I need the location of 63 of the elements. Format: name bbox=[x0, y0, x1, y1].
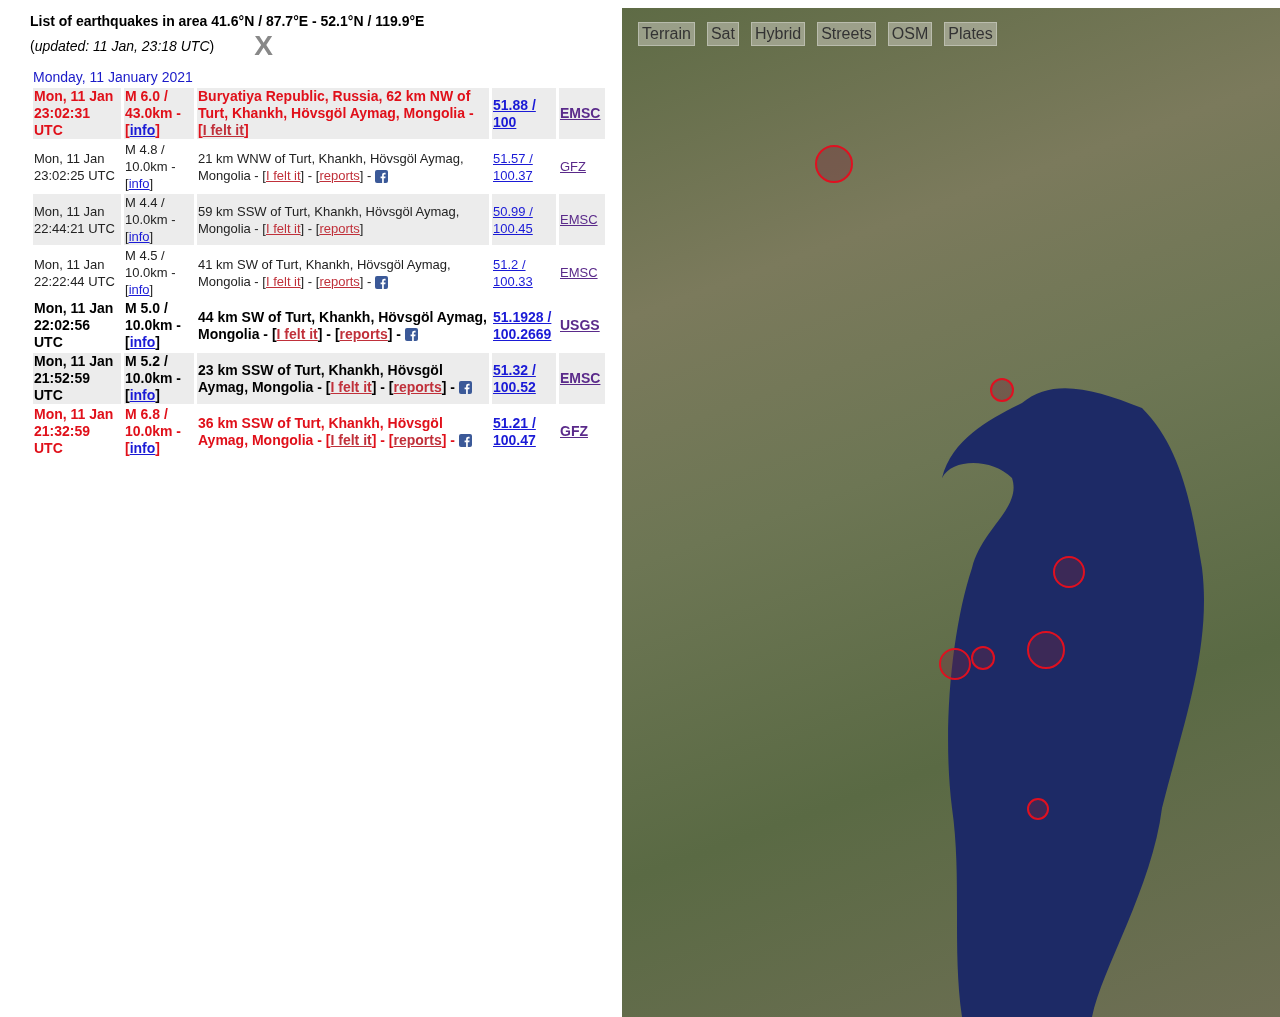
felt-it-link[interactable]: I felt it bbox=[330, 431, 372, 448]
source-link[interactable]: EMSC bbox=[560, 265, 598, 280]
location-text: 23 km SSW of Turt, Khankh, Hövsgöl Aymag, Mongolia - [I felt it] - [reports] - bbox=[198, 361, 472, 395]
coordinates-link[interactable]: 51.2 / 100.33 bbox=[493, 255, 555, 290]
felt-it-link[interactable]: I felt it bbox=[265, 273, 301, 289]
reports-link[interactable]: reports bbox=[319, 220, 360, 236]
magnitude-text: M 4.5 / 10.0km - [info] bbox=[125, 248, 176, 297]
source-link[interactable]: GFZ bbox=[560, 423, 588, 439]
felt-it-link[interactable]: I felt it bbox=[265, 167, 301, 183]
day-heading: Monday, 11 January 2021 bbox=[33, 68, 194, 86]
facebook-icon[interactable] bbox=[404, 328, 418, 342]
satellite-map[interactable]: Terrain Sat Hybrid Streets OSM Plates bbox=[622, 8, 1280, 1017]
location-text: Buryatiya Republic, Russia, 62 km NW of Turt, Khankh, Hövsgöl Aymag, Mongolia - [I felt it] bbox=[198, 88, 474, 138]
earthquake-marker[interactable] bbox=[1027, 631, 1065, 669]
info-link[interactable]: info bbox=[129, 334, 156, 350]
earthquake-marker[interactable] bbox=[990, 378, 1014, 402]
magnitude-text: M 4.4 / 10.0km - [info] bbox=[125, 195, 176, 244]
location-text: 59 km SSW of Turt, Khankh, Hövsgöl Aymag, Mongolia - [I felt it] - [reports] bbox=[198, 203, 460, 236]
earthquake-marker[interactable] bbox=[1027, 798, 1049, 820]
close-button[interactable]: X bbox=[254, 32, 273, 60]
map-layer-button[interactable]: Sat bbox=[706, 22, 739, 46]
facebook-icon[interactable] bbox=[458, 381, 472, 395]
earthquake-marker[interactable] bbox=[815, 145, 853, 183]
facebook-icon[interactable] bbox=[458, 434, 472, 448]
coordinates-link[interactable]: 51.1928 / 100.2669 bbox=[493, 308, 555, 343]
reports-link[interactable]: reports bbox=[319, 167, 360, 183]
reports-link[interactable]: reports bbox=[339, 325, 388, 342]
location-text: 44 km SW of Turt, Khankh, Hövsgöl Aymag, Mongolia - [I felt it] - [reports] - bbox=[198, 308, 487, 342]
facebook-icon[interactable] bbox=[375, 275, 389, 289]
source-link[interactable]: USGS bbox=[560, 317, 600, 333]
magnitude-text: M 5.0 / 10.0km - [info] bbox=[125, 300, 182, 350]
magnitude-text: M 6.0 / 43.0km - [info] bbox=[125, 88, 182, 138]
felt-it-link[interactable]: I felt it bbox=[330, 378, 372, 395]
source-link[interactable]: GFZ bbox=[560, 159, 586, 174]
reports-link[interactable]: reports bbox=[319, 273, 360, 289]
map-layer-button[interactable]: Terrain bbox=[638, 22, 695, 46]
info-link[interactable]: info bbox=[129, 387, 156, 403]
earthquake-marker[interactable] bbox=[1053, 556, 1085, 588]
magnitude-text: M 5.2 / 10.0km - [info] bbox=[125, 353, 182, 403]
info-link[interactable]: info bbox=[129, 440, 156, 456]
reports-link[interactable]: reports bbox=[393, 378, 442, 395]
map-layer-button[interactable]: OSM bbox=[887, 22, 933, 46]
location-text: 21 km WNW of Turt, Khankh, Hövsgöl Aymag, Mongolia - [I felt it] - [reports] - bbox=[198, 150, 464, 183]
map-layer-button[interactable]: Hybrid bbox=[750, 22, 806, 46]
updated-text: (updated: 11 Jan, 23:18 UTC) bbox=[30, 37, 215, 56]
facebook-icon[interactable] bbox=[375, 169, 389, 183]
date-cell: Mon, 11 Jan 23:02:31 UTC bbox=[33, 88, 121, 139]
coordinates-link[interactable]: 51.21 / 100.47 bbox=[493, 414, 555, 449]
magnitude-text: M 6.8 / 10.0km - [info] bbox=[125, 406, 182, 456]
felt-it-link[interactable]: I felt it bbox=[265, 220, 301, 236]
magnitude-text: M 4.8 / 10.0km - [info] bbox=[125, 142, 176, 191]
location-text: 36 km SSW of Turt, Khankh, Hövsgöl Aymag, Mongolia - [I felt it] - [reports] - bbox=[198, 414, 472, 448]
earthquake-marker[interactable] bbox=[971, 646, 995, 670]
map-layer-button[interactable]: Plates bbox=[944, 22, 997, 46]
location-text: 41 km SW of Turt, Khankh, Hövsgöl Aymag, Mongolia - [I felt it] - [reports] - bbox=[198, 256, 451, 289]
page-title: List of earthquakes in area 41.6°N / 87.7°E - 52.1°N / 119.9°E bbox=[30, 12, 426, 31]
date-cell: Mon, 11 Jan 21:52:59 UTC bbox=[33, 353, 121, 404]
date-cell: Mon, 11 Jan 22:44:21 UTC bbox=[33, 194, 121, 245]
map-layer-button[interactable]: Streets bbox=[817, 22, 876, 46]
coordinates-link[interactable]: 51.57 / 100.37 bbox=[493, 149, 555, 184]
info-link[interactable]: info bbox=[129, 122, 156, 138]
earthquake-marker[interactable] bbox=[939, 648, 971, 680]
reports-link[interactable]: reports bbox=[393, 431, 442, 448]
